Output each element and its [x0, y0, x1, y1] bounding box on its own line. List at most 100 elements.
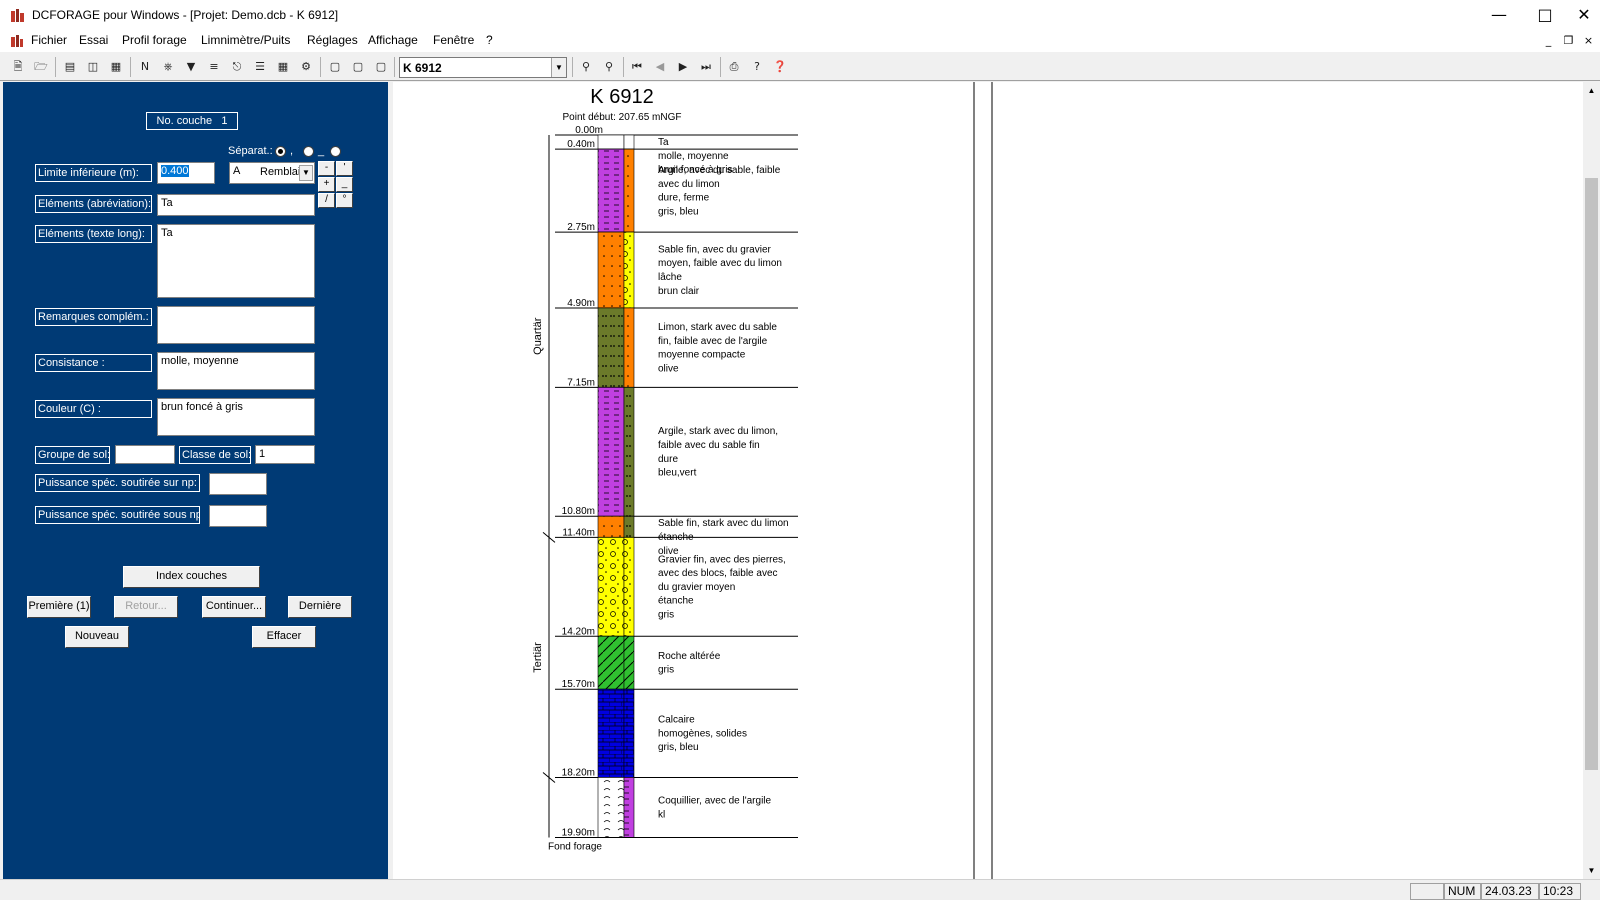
layer-depth-label: 19.90m	[562, 827, 595, 838]
well-icon[interactable]: ⎋	[228, 58, 246, 76]
scroll-down-icon[interactable]: ▼	[1583, 862, 1600, 879]
zoom-in-icon[interactable]: ⚲	[600, 58, 618, 76]
layer-description: avec du limon	[658, 179, 720, 190]
index-couches-button[interactable]: Index couches	[123, 566, 260, 588]
settings-icon[interactable]: ⚙	[297, 58, 315, 76]
vex-icon[interactable]: ▢	[349, 58, 367, 76]
puissance-sur-input[interactable]	[209, 473, 267, 495]
consistance-input[interactable]: molle, moyenne	[157, 352, 315, 390]
scroll-up-icon[interactable]: ▲	[1583, 82, 1600, 99]
nouveau-button[interactable]: Nouveau	[65, 626, 129, 648]
layer-description: Limon, stark avec du sable	[658, 322, 777, 333]
next-record-icon[interactable]: ▶	[674, 58, 692, 76]
elements-long-input[interactable]: Ta	[157, 224, 315, 298]
layer-description: Sable fin, stark avec du limon	[658, 518, 789, 529]
premiere-button[interactable]: Première (1)	[27, 596, 91, 618]
export-icon[interactable]: ▢	[372, 58, 390, 76]
menu-help[interactable]: ?	[486, 33, 493, 47]
classe-input[interactable]: 1	[255, 445, 315, 464]
puissance-sous-input[interactable]	[209, 505, 267, 527]
layer-pattern-left	[598, 516, 624, 538]
separator-comma-mark: ,	[290, 145, 294, 157]
help-icon[interactable]: ?	[748, 58, 766, 76]
layer-description: Argile, avec du sable, faible	[658, 165, 781, 176]
last-record-icon[interactable]: ⏭	[697, 58, 715, 76]
menu-affichage[interactable]: Affichage	[368, 33, 418, 47]
menu-fichier[interactable]: Fichier	[31, 33, 67, 47]
zoom-out-icon[interactable]: ⚲	[577, 58, 595, 76]
minimize-icon[interactable]: —	[1476, 0, 1522, 30]
layer-description: étanche	[658, 596, 694, 607]
sep-underscore-button[interactable]: _	[336, 177, 353, 192]
layer-n-icon[interactable]: N	[136, 58, 154, 76]
menu-reglages[interactable]: Réglages	[307, 33, 358, 47]
chart-icon[interactable]: ▦	[107, 58, 125, 76]
separator-none-radio[interactable]	[330, 146, 341, 157]
layer-pattern-right	[624, 689, 634, 778]
elements-abrev-input[interactable]: Ta	[157, 194, 315, 216]
first-record-icon[interactable]: ⏮	[628, 58, 646, 76]
layer-pattern-right	[624, 307, 634, 388]
layer-description: avec des blocs, faible avec	[658, 568, 778, 579]
separator-underscore-radio[interactable]	[303, 146, 314, 157]
mdi-minimize-icon[interactable]: _	[1540, 34, 1557, 49]
menu-profil-forage[interactable]: Profil forage	[122, 33, 187, 47]
menu-fenetre[interactable]: Fenêtre	[433, 33, 474, 47]
dat-icon[interactable]: ▢	[326, 58, 344, 76]
chevron-down-icon[interactable]: ▼	[551, 58, 566, 77]
log-layer: 15.70m Roche altérée gris	[555, 635, 798, 690]
sample-icon[interactable]: ⎈	[159, 58, 177, 76]
sep-degree-button[interactable]: °	[336, 193, 353, 208]
water-level-icon[interactable]: ▼	[182, 58, 200, 76]
layer-depth-label: 4.90m	[567, 298, 595, 309]
layer-pattern-right	[624, 537, 634, 637]
report-icon[interactable]: ▤	[61, 58, 79, 76]
separator-comma-radio[interactable]	[275, 146, 286, 157]
previous-record-icon[interactable]: ◀	[651, 58, 669, 76]
layer-description: fin, faible avec de l'argile	[658, 336, 768, 347]
menu-limnimetre[interactable]: Limnimètre/Puits	[201, 33, 290, 47]
consistance-label: Consistance :	[35, 354, 152, 372]
continuer-button[interactable]: Continuer...	[202, 596, 266, 618]
new-file-icon[interactable]: 🗎	[9, 58, 27, 76]
remarques-label: Remarques complém.:	[35, 308, 152, 326]
layer-description: Ta	[658, 137, 669, 148]
mdi-restore-icon[interactable]: ❐	[1560, 34, 1577, 49]
profile-icon[interactable]: ◫	[84, 58, 102, 76]
scrollbar-thumb[interactable]	[1585, 178, 1598, 770]
document-icon[interactable]	[10, 34, 24, 48]
status-num: NUM	[1444, 883, 1481, 900]
close-icon[interactable]: ✕	[1568, 0, 1600, 30]
layer-type-select[interactable]: A Remblai ▼	[229, 162, 315, 184]
derniere-button[interactable]: Dernière	[288, 596, 352, 618]
open-file-icon[interactable]: 🗁	[32, 58, 50, 76]
borehole-combo[interactable]: K 6912 ▼	[399, 57, 567, 78]
mdi-close-icon[interactable]: ×	[1580, 34, 1597, 49]
remarques-input[interactable]	[157, 306, 315, 344]
layer-description: kl	[658, 809, 665, 820]
chevron-down-icon[interactable]: ▼	[299, 165, 313, 181]
layer-description: Argile, stark avec du limon,	[658, 426, 778, 437]
retour-button[interactable]: Retour...	[114, 596, 178, 618]
limite-input[interactable]: 0.400	[157, 162, 215, 184]
layer-description: Calcaire	[658, 715, 695, 726]
layer-pattern-left	[598, 149, 624, 233]
list-icon[interactable]: ☰	[251, 58, 269, 76]
sep-minus-button[interactable]: -	[318, 161, 335, 176]
layer-fill-right	[623, 134, 635, 150]
measure-icon[interactable]: ≡	[205, 58, 223, 76]
sep-quote-button[interactable]: '	[336, 161, 353, 176]
groupe-input[interactable]	[115, 445, 175, 464]
table-icon[interactable]: ▦	[274, 58, 292, 76]
effacer-button[interactable]: Effacer	[252, 626, 316, 648]
sep-plus-button[interactable]: +	[318, 177, 335, 192]
couleur-input[interactable]: brun foncé à gris	[157, 398, 315, 436]
context-help-icon[interactable]: ❓	[771, 58, 789, 76]
log-layer: 4.90m Sable fin, avec du gravier moyen, fa…	[555, 231, 798, 309]
app-icon	[11, 9, 24, 22]
print-icon[interactable]: ⎙	[725, 58, 743, 76]
sep-slash-button[interactable]: /	[318, 193, 335, 208]
maximize-icon[interactable]: □	[1522, 0, 1568, 30]
menu-bar: Fichier Essai Profil forage Limnimètre/P…	[0, 30, 1600, 52]
menu-essai[interactable]: Essai	[79, 33, 108, 47]
